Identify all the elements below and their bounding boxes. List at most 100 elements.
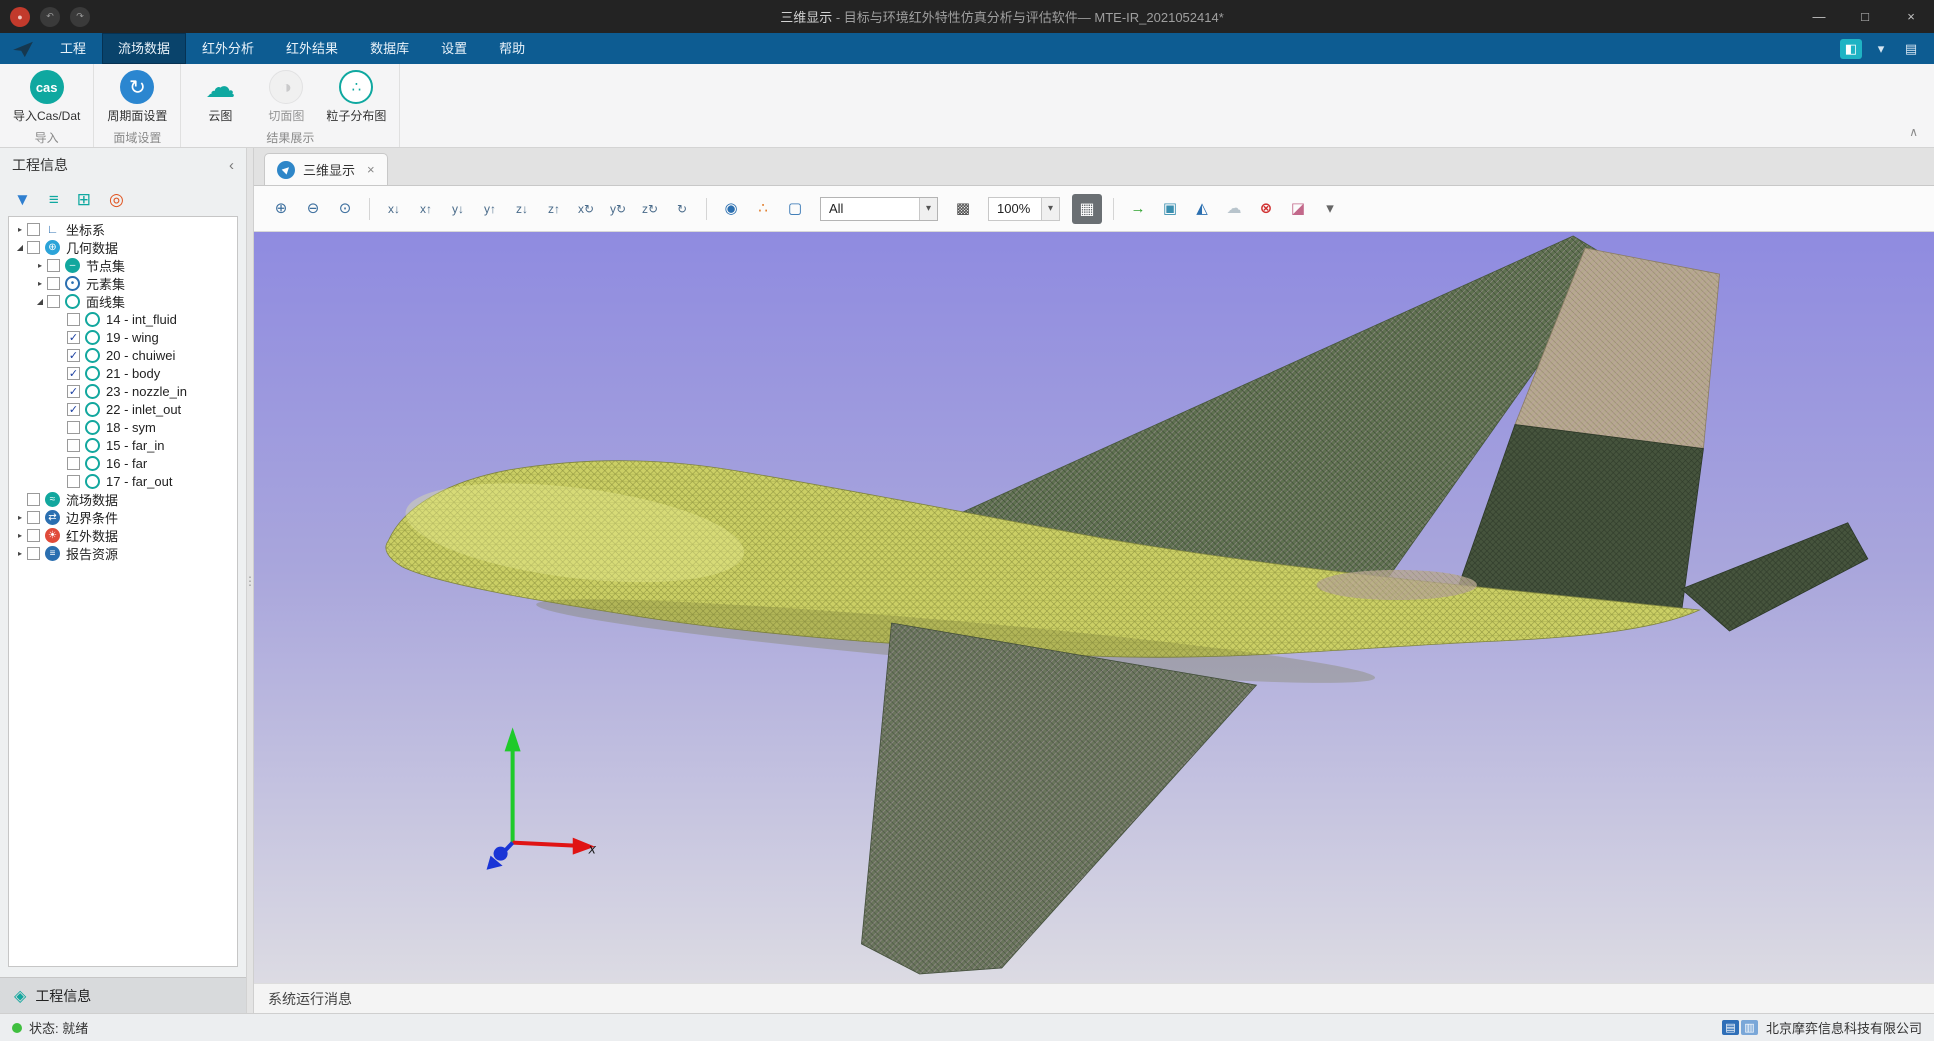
menu-tab-settings[interactable]: 设置 [425, 33, 483, 64]
menu-tab-database[interactable]: 数据库 [354, 33, 425, 64]
rotate-y-icon[interactable]: y↻ [603, 194, 633, 224]
tree-checkbox[interactable] [67, 439, 80, 452]
zoom-out-icon[interactable]: ⊖ [298, 194, 328, 224]
tree-item[interactable]: 22 - inlet_out [9, 400, 237, 418]
view-x-pos-icon[interactable]: x↑ [411, 194, 441, 224]
panel-layout-icon[interactable]: ▤ [1722, 1020, 1739, 1035]
panel-collapse-button[interactable]: ‹ [229, 157, 234, 174]
list-view-icon[interactable]: ≡ [49, 191, 59, 208]
tree-checkbox[interactable] [67, 385, 80, 398]
menu-tab-project[interactable]: 工程 [44, 33, 102, 64]
snapshot-icon[interactable]: ▣ [1155, 194, 1185, 224]
contour-map-button[interactable]: ☁ 云图 [189, 69, 251, 125]
tree-checkbox[interactable] [67, 403, 80, 416]
zoom-level-combo[interactable]: 100% ▾ [988, 197, 1060, 221]
rotate-x-icon[interactable]: x↻ [571, 194, 601, 224]
zoom-fit-icon[interactable]: ⊙ [330, 194, 360, 224]
quick-undo-icon[interactable]: ↶ [40, 7, 60, 27]
app-button-icon[interactable]: ● [10, 7, 30, 27]
tree-checkbox[interactable] [67, 313, 80, 326]
save-dropdown-caret[interactable]: ▾ [1315, 194, 1345, 224]
menu-tab-ir-analysis[interactable]: 红外分析 [186, 33, 270, 64]
tree-item[interactable]: 18 - sym [9, 418, 237, 436]
import-cas-dat-button[interactable]: cas 导入Cas/Dat [8, 69, 85, 125]
tree-item[interactable]: 16 - far [9, 454, 237, 472]
view-z-pos-icon[interactable]: z↑ [539, 194, 569, 224]
tree-checkbox[interactable] [67, 349, 80, 362]
theme-button[interactable]: ◧ [1840, 39, 1862, 59]
window-layout-icon[interactable]: ▤ [1900, 39, 1922, 59]
tree-checkbox[interactable] [67, 367, 80, 380]
tree-item[interactable]: 19 - wing [9, 328, 237, 346]
tree-checkbox[interactable] [67, 331, 80, 344]
tree-item[interactable]: ≈ 流场数据 [9, 490, 237, 508]
node-select-icon[interactable]: ∴ [748, 194, 778, 224]
tree-checkbox[interactable] [27, 241, 40, 254]
slice-plane-button[interactable]: ◑ 切面图 [255, 69, 317, 125]
ribbon-collapse-button[interactable]: ∧ [1909, 125, 1918, 139]
tree-checkbox[interactable] [27, 223, 40, 236]
grid-view-icon[interactable]: ⊞ [77, 191, 91, 208]
viewport-canvas[interactable]: x [254, 232, 1934, 983]
tree-item[interactable]: ▸ • 元素集 [9, 274, 237, 292]
locate-icon[interactable]: ◎ [109, 191, 124, 208]
tree-expander-icon[interactable]: ◢ [13, 243, 27, 252]
mirror-icon[interactable]: ◭ [1187, 194, 1217, 224]
filter-icon[interactable]: ▼ [14, 191, 31, 208]
view-y-pos-icon[interactable]: y↑ [475, 194, 505, 224]
tree-checkbox[interactable] [47, 295, 60, 308]
tree-checkbox[interactable] [67, 421, 80, 434]
display-filter-combo[interactable]: All ▾ [820, 197, 938, 221]
rotate-z-icon[interactable]: z↻ [635, 194, 665, 224]
tree-item[interactable]: ▸ – 节点集 [9, 256, 237, 274]
view-x-neg-icon[interactable]: x↓ [379, 194, 409, 224]
tree-item[interactable]: ◢ 面线集 [9, 292, 237, 310]
tree-expander-icon[interactable]: ▸ [33, 261, 47, 270]
tree-checkbox[interactable] [67, 475, 80, 488]
tree-item[interactable]: 21 - body [9, 364, 237, 382]
grid-toggle-button[interactable]: ▦ [1072, 194, 1102, 224]
minimize-button[interactable]: — [1796, 0, 1842, 33]
panel-splitter[interactable]: ⋮ [246, 148, 254, 1013]
tree-item[interactable]: ▸ ≡ 报告资源 [9, 544, 237, 562]
tree-checkbox[interactable] [27, 511, 40, 524]
tree-item[interactable]: 15 - far_in [9, 436, 237, 454]
tree-checkbox[interactable] [47, 259, 60, 272]
tree-item[interactable]: ◢ ⊕ 几何数据 [9, 238, 237, 256]
periodic-face-button[interactable]: ↻ 周期面设置 [102, 69, 172, 125]
view-z-neg-icon[interactable]: z↓ [507, 194, 537, 224]
window-split-icon[interactable]: ▥ [1741, 1020, 1758, 1035]
box-select-icon[interactable]: ▢ [780, 194, 810, 224]
tree-item[interactable]: 17 - far_out [9, 472, 237, 490]
tree-checkbox[interactable] [47, 277, 60, 290]
tree-checkbox[interactable] [67, 457, 80, 470]
probe-point-icon[interactable]: ◉ [716, 194, 746, 224]
menu-tab-ir-results[interactable]: 红外结果 [270, 33, 354, 64]
tree-item[interactable]: 23 - nozzle_in [9, 382, 237, 400]
project-info-dock-tab[interactable]: ◈ 工程信息 [0, 977, 246, 1013]
tree-item[interactable]: ▸ ∟ 坐标系 [9, 220, 237, 238]
theme-caret-icon[interactable]: ▾ [1870, 39, 1892, 59]
cloud-display-icon[interactable]: ☁ [1219, 194, 1249, 224]
export-view-icon[interactable]: → [1123, 194, 1153, 224]
tree-expander-icon[interactable]: ▸ [13, 513, 27, 522]
particle-distribution-button[interactable]: ∴ 粒子分布图 [321, 69, 391, 125]
tree-checkbox[interactable] [27, 493, 40, 506]
combo-caret-icon[interactable]: ▾ [1041, 198, 1059, 220]
tab-close-button[interactable]: × [367, 162, 375, 177]
tab-3d-view[interactable]: ▶ 三维显示 × [264, 153, 388, 185]
tree-item[interactable]: 14 - int_fluid [9, 310, 237, 328]
maximize-button[interactable]: □ [1842, 0, 1888, 33]
combo-caret-icon[interactable]: ▾ [919, 198, 937, 220]
tree-expander-icon[interactable]: ◢ [33, 297, 47, 306]
tree-checkbox[interactable] [27, 529, 40, 542]
tree-item[interactable]: ▸ ⇄ 边界条件 [9, 508, 237, 526]
section-save-icon[interactable]: ◪ [1283, 194, 1313, 224]
tree-item[interactable]: 20 - chuiwei [9, 346, 237, 364]
menu-tab-help[interactable]: 帮助 [483, 33, 541, 64]
tree-expander-icon[interactable]: ▸ [13, 225, 27, 234]
mesh-display-icon[interactable]: ▩ [948, 194, 978, 224]
zoom-in-icon[interactable]: ⊕ [266, 194, 296, 224]
quick-redo-icon[interactable]: ↷ [70, 7, 90, 27]
view-y-neg-icon[interactable]: y↓ [443, 194, 473, 224]
